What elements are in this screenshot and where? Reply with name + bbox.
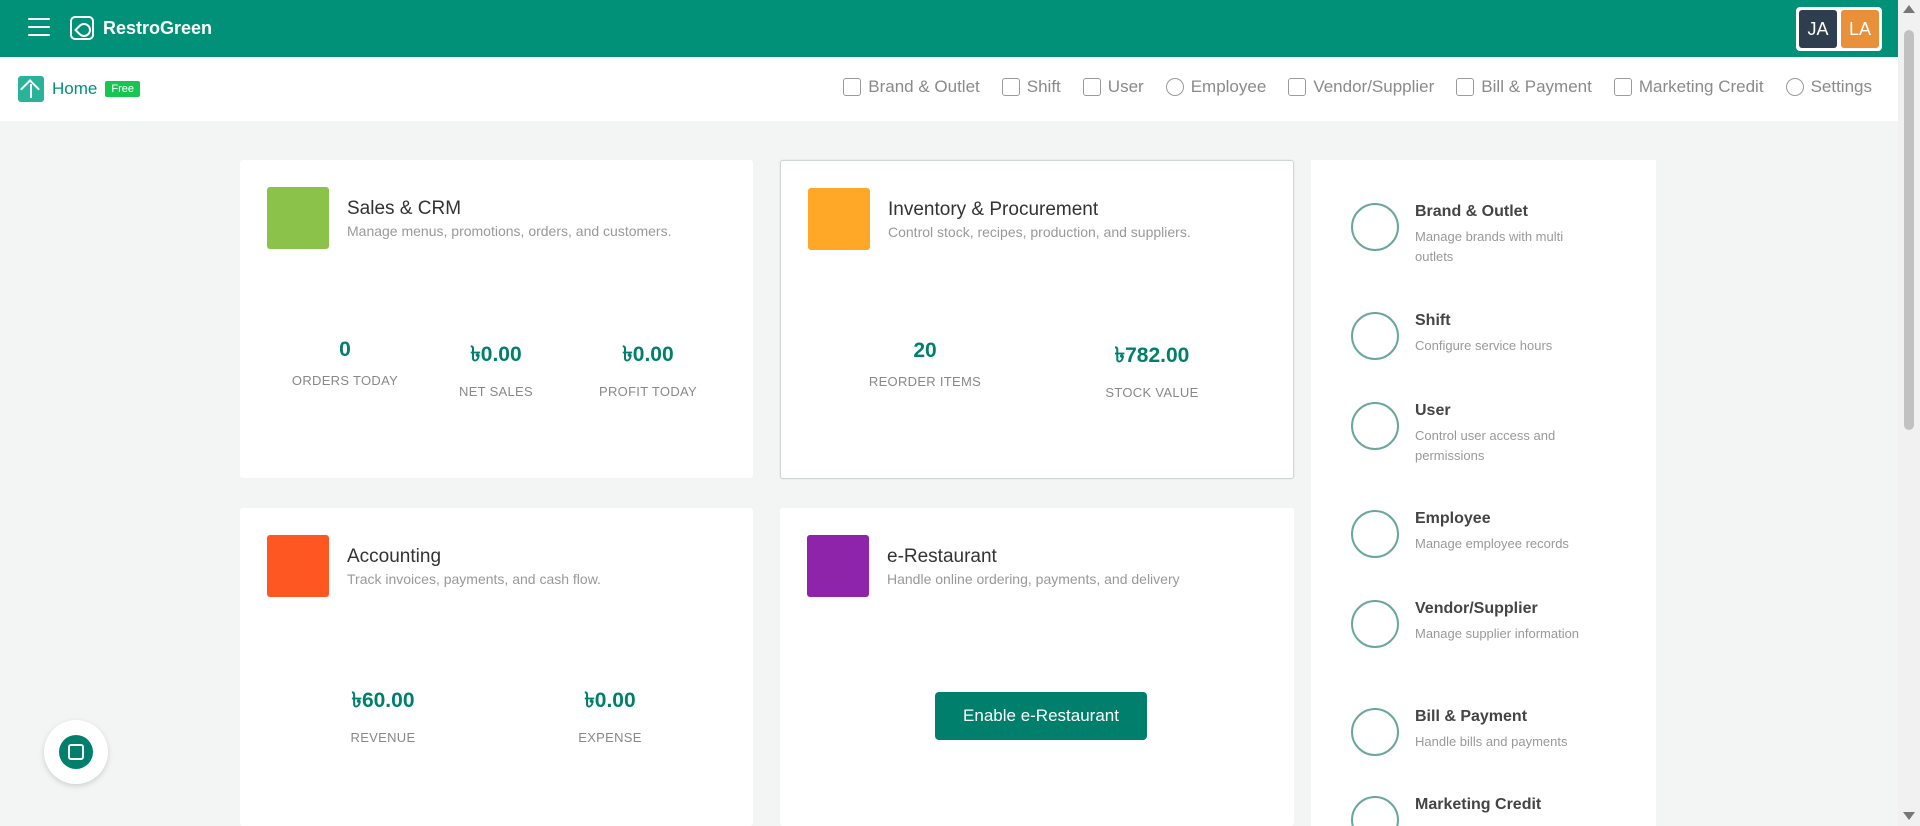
user-list-icon — [1351, 402, 1399, 450]
home-label: Home — [52, 79, 98, 98]
nav-settings[interactable]: Settings — [1785, 77, 1872, 97]
stat-label: STOCK VALUE — [1105, 385, 1199, 400]
accounting-card[interactable]: Accounting Track invoices, payments, and… — [240, 508, 753, 826]
nav-bill-payment[interactable]: Bill & Payment — [1456, 77, 1592, 97]
nav-label: Marketing Credit — [1638, 77, 1764, 96]
user-lock-icon — [1082, 78, 1101, 96]
home-icon — [18, 76, 44, 102]
home-link[interactable]: Home Free — [18, 76, 140, 102]
top-bar: RestroGreen JA LA — [0, 0, 1920, 57]
card-description: Control stock, recipes, production, and … — [888, 224, 1191, 240]
card-description: Manage menus, promotions, orders, and cu… — [347, 223, 672, 239]
nav-label: Employee — [1190, 77, 1267, 96]
e-restaurant-card[interactable]: e-Restaurant Handle online ordering, pay… — [780, 508, 1294, 826]
side-item-title: Marketing Credit — [1415, 796, 1542, 813]
bill-icon — [1456, 78, 1475, 96]
scroll-down-icon[interactable] — [1903, 812, 1915, 820]
avatar-la[interactable]: LA — [1841, 10, 1879, 48]
brand-logo-icon — [70, 16, 94, 40]
card-title: Sales & CRM — [347, 198, 462, 219]
nav-links: Brand & Outlet Shift User Employee Vendo… — [843, 77, 1872, 97]
side-item-title: Vendor/Supplier — [1415, 600, 1538, 617]
sales-crm-card[interactable]: Sales & CRM Manage menus, promotions, or… — [240, 160, 753, 478]
nav-label: Shift — [1026, 77, 1061, 96]
nav-user[interactable]: User — [1082, 77, 1144, 97]
nav-label: Brand & Outlet — [868, 77, 980, 96]
sub-navigation: Home Free Brand & Outlet Shift User Empl… — [0, 57, 1898, 121]
nav-label: User — [1107, 77, 1144, 96]
nav-label: Settings — [1810, 77, 1872, 96]
inventory-procurement-card[interactable]: Inventory & Procurement Control stock, r… — [780, 160, 1294, 479]
stat-value: 20 — [913, 339, 937, 362]
employee-icon — [1165, 78, 1184, 96]
stat-value: ৳60.00 — [351, 689, 415, 712]
side-item-desc: Manage supplier information — [1415, 626, 1580, 641]
hand-truck-icon — [1351, 600, 1399, 648]
side-item-title: Bill & Payment — [1415, 708, 1528, 725]
brand[interactable]: RestroGreen — [70, 16, 212, 40]
nav-vendor-supplier[interactable]: Vendor/Supplier — [1288, 77, 1434, 97]
side-item-desc: Manage employee records — [1415, 536, 1569, 551]
side-item-title: User — [1415, 402, 1451, 419]
sales-chart-icon — [267, 187, 329, 249]
side-item-title: Employee — [1415, 510, 1491, 527]
nav-brand-outlet[interactable]: Brand & Outlet — [843, 77, 980, 97]
stat-label: REORDER ITEMS — [868, 374, 982, 389]
stat-profit-today: ৳0.00 PROFIT TODAY — [548, 338, 748, 399]
side-item-desc: Control user access and permissions — [1415, 428, 1556, 463]
side-item-desc: Manage brands with multi outlets — [1415, 229, 1564, 264]
stat-label: REVENUE — [350, 730, 416, 745]
stat-value: ৳0.00 — [584, 689, 636, 712]
scroll-thumb[interactable] — [1904, 30, 1914, 430]
stat-reorder-items: 20 REORDER ITEMS — [825, 339, 1025, 389]
credit-card-icon — [1351, 796, 1399, 826]
plan-badge: Free — [105, 81, 140, 97]
shift-icon — [1001, 78, 1020, 96]
side-item-title: Brand & Outlet — [1415, 203, 1528, 220]
avatar-ja[interactable]: JA — [1799, 10, 1837, 48]
nav-marketing-credit[interactable]: Marketing Credit — [1613, 77, 1764, 97]
credit-icon — [1613, 78, 1632, 96]
stat-expense: ৳0.00 EXPENSE — [510, 684, 710, 745]
receipt-icon — [1351, 708, 1399, 756]
box-icon — [808, 188, 870, 250]
side-item-title: Shift — [1415, 312, 1451, 329]
stat-revenue: ৳60.00 REVENUE — [283, 684, 483, 745]
card-title: e-Restaurant — [887, 546, 997, 567]
admin-side-panel: Brand & Outlet Manage brands with multi … — [1311, 160, 1656, 826]
scroll-up-icon[interactable] — [1903, 5, 1915, 13]
floating-help-button[interactable] — [44, 720, 108, 784]
chat-icon — [59, 735, 93, 769]
cloche-icon — [807, 535, 869, 597]
stat-stock-value: ৳782.00 STOCK VALUE — [1052, 339, 1252, 400]
employee-badge-icon — [1351, 510, 1399, 558]
side-item-desc: Handle bills and payments — [1415, 734, 1568, 749]
stat-value: ৳782.00 — [1114, 344, 1190, 367]
nav-employee[interactable]: Employee — [1165, 77, 1267, 97]
card-description: Track invoices, payments, and cash flow. — [347, 571, 601, 587]
card-description: Handle online ordering, payments, and de… — [887, 571, 1180, 587]
side-item-desc: Configure service hours — [1415, 338, 1553, 353]
nav-label: Bill & Payment — [1481, 77, 1592, 96]
settings-icon — [1785, 78, 1804, 96]
avatar-group: JA LA — [1796, 7, 1882, 51]
brand-name: RestroGreen — [103, 17, 213, 38]
page-scrollbar[interactable] — [1898, 0, 1920, 826]
nav-label: Vendor/Supplier — [1313, 77, 1435, 96]
stat-label: EXPENSE — [578, 730, 642, 745]
card-title: Accounting — [347, 546, 442, 567]
enable-e-restaurant-button[interactable]: Enable e-Restaurant — [935, 692, 1147, 740]
nav-shift[interactable]: Shift — [1001, 77, 1061, 97]
stat-value: ৳0.00 — [622, 343, 674, 366]
card-title: Inventory & Procurement — [888, 199, 1099, 220]
invoice-icon — [267, 535, 329, 597]
store-icon — [843, 78, 862, 96]
vendor-icon — [1288, 78, 1307, 96]
shift-swap-icon — [1351, 312, 1399, 360]
stat-label: PROFIT TODAY — [599, 384, 697, 399]
star-icon — [1351, 203, 1399, 251]
hamburger-menu-icon[interactable] — [28, 18, 50, 36]
